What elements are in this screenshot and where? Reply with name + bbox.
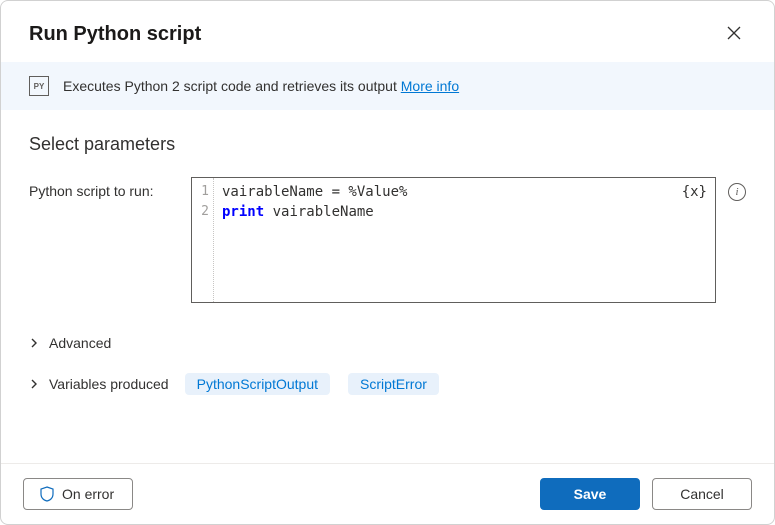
line-number: 2 [192, 202, 209, 222]
advanced-expander[interactable]: Advanced [29, 327, 746, 359]
on-error-button[interactable]: On error [23, 478, 133, 510]
variable-chip-output[interactable]: PythonScriptOutput [185, 373, 330, 395]
info-banner: PY Executes Python 2 script code and ret… [1, 62, 774, 110]
dialog-header: Run Python script [1, 1, 774, 62]
code-content: vairableName = %Value% print vairableNam… [214, 178, 415, 302]
more-info-link[interactable]: More info [401, 78, 459, 94]
line-number: 1 [192, 182, 209, 202]
variable-chip-error[interactable]: ScriptError [348, 373, 439, 395]
chevron-right-icon [29, 335, 39, 351]
on-error-label: On error [62, 486, 114, 502]
chevron-right-icon [29, 376, 39, 392]
close-icon [726, 25, 742, 41]
code-line: print vairableName [222, 202, 407, 222]
banner-description: Executes Python 2 script code and retrie… [63, 78, 401, 94]
code-editor[interactable]: 1 2 vairableName = %Value% print vairabl… [191, 177, 716, 303]
variable-chips: PythonScriptOutput ScriptError [185, 373, 439, 395]
param-row-script: Python script to run: 1 2 vairableName =… [29, 177, 746, 303]
close-button[interactable] [722, 21, 746, 48]
code-container: 1 2 vairableName = %Value% print vairabl… [191, 177, 716, 303]
keyword: print [222, 204, 264, 220]
footer-actions: Save Cancel [540, 478, 752, 510]
shield-icon [40, 486, 54, 502]
dialog: Run Python script PY Executes Python 2 s… [0, 0, 775, 525]
advanced-label: Advanced [49, 335, 111, 351]
dialog-body: Select parameters Python script to run: … [1, 110, 774, 463]
param-label: Python script to run: [29, 177, 179, 199]
code-text: vairableName [264, 204, 374, 220]
variables-produced-label: Variables produced [49, 376, 169, 392]
code-gutter: 1 2 [192, 178, 214, 302]
variables-produced-expander[interactable]: Variables produced PythonScriptOutput Sc… [29, 365, 746, 403]
info-icon[interactable]: i [728, 183, 746, 201]
save-button[interactable]: Save [540, 478, 640, 510]
code-line: vairableName = %Value% [222, 182, 407, 202]
dialog-footer: On error Save Cancel [1, 463, 774, 524]
python-icon: PY [29, 76, 49, 96]
cancel-button[interactable]: Cancel [652, 478, 752, 510]
banner-text: Executes Python 2 script code and retrie… [63, 78, 459, 94]
section-title: Select parameters [29, 134, 746, 155]
insert-variable-button[interactable]: {x} [682, 184, 707, 200]
info-icon-wrap: i [728, 177, 746, 201]
dialog-title: Run Python script [29, 23, 201, 46]
